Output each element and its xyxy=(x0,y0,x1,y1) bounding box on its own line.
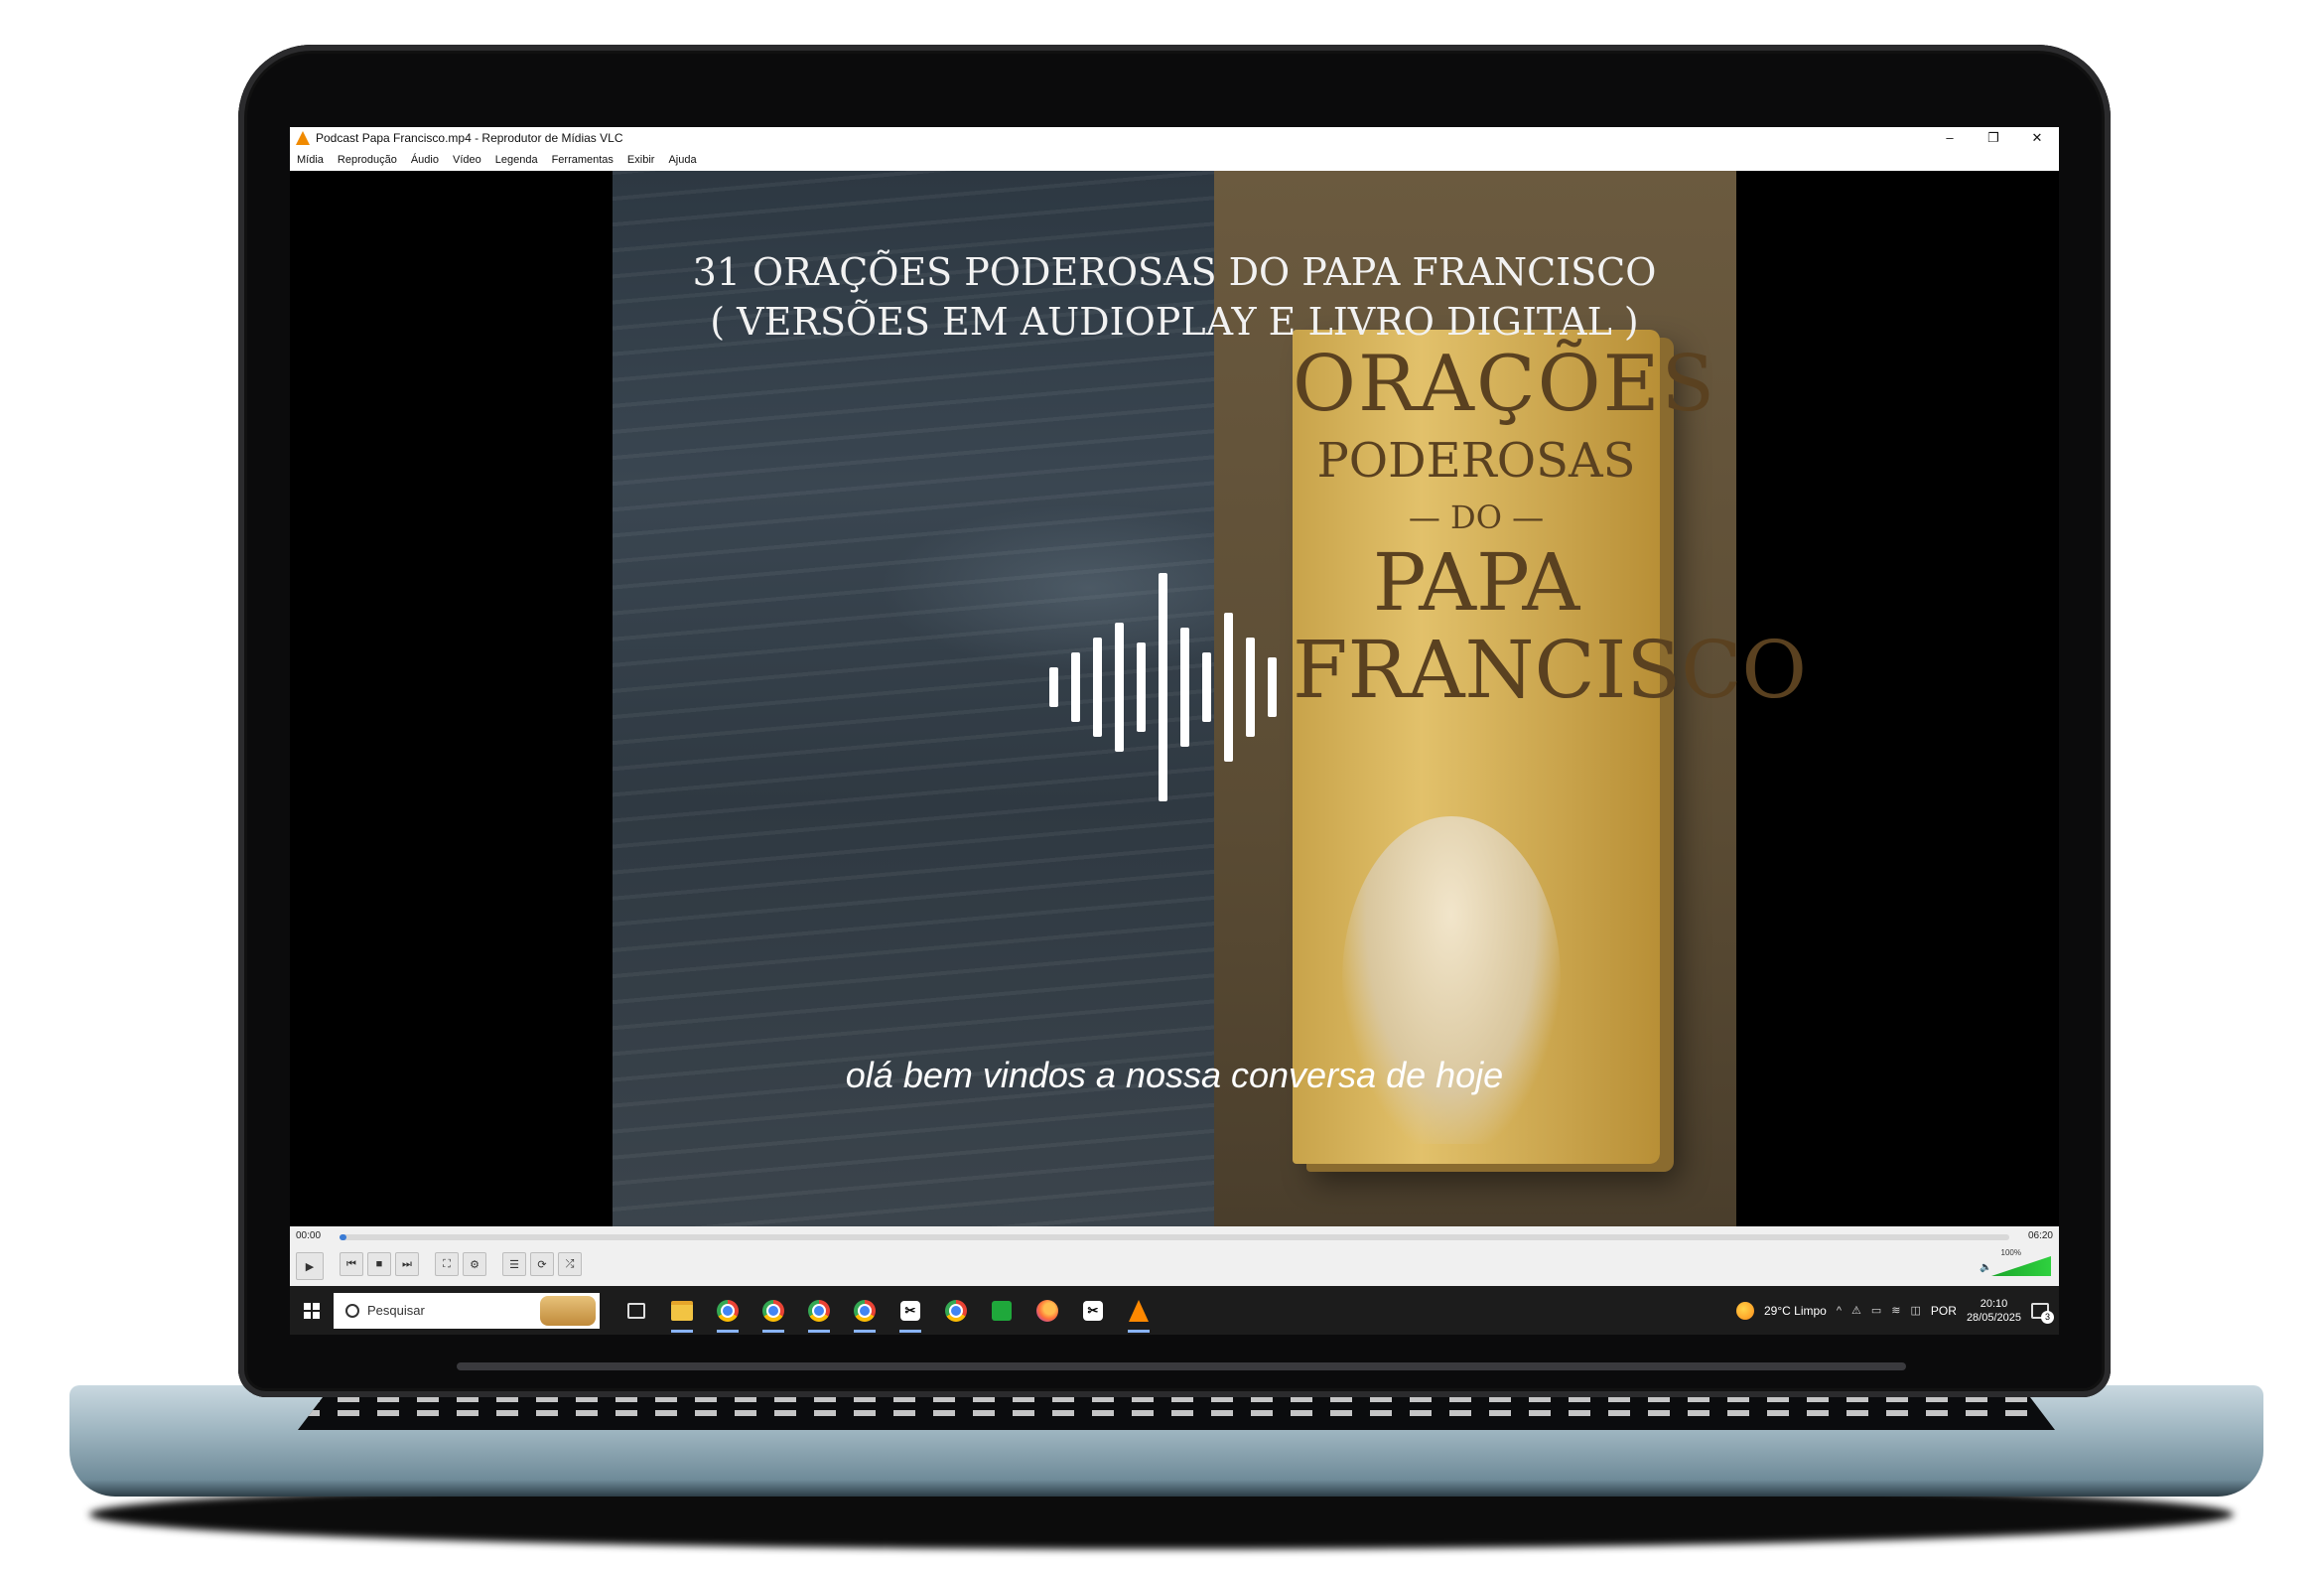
menu-legenda[interactable]: Legenda xyxy=(488,154,545,166)
start-button[interactable] xyxy=(290,1302,334,1319)
search-placeholder: Pesquisar xyxy=(367,1303,425,1318)
clock[interactable]: 20:10 28/05/2025 xyxy=(1967,1297,2021,1325)
firefox-icon xyxy=(1036,1299,1058,1322)
laptop-hinge xyxy=(457,1362,1906,1370)
window-title: Podcast Papa Francisco.mp4 - Reprodutor … xyxy=(316,131,623,145)
clock-date: 28/05/2025 xyxy=(1966,1311,2021,1324)
random-button[interactable]: ⤮ xyxy=(558,1252,582,1276)
close-button[interactable]: ✕ xyxy=(2015,130,2059,146)
video-title-line1: 31 ORAÇÕES PODEROSAS DO PAPA FRANCISCO xyxy=(692,250,1657,294)
weather-text[interactable]: 29°C Limpo xyxy=(1764,1304,1827,1318)
chrome-button-5[interactable] xyxy=(933,1286,979,1335)
chrome-icon xyxy=(945,1299,967,1322)
chevron-up-icon[interactable]: ^ xyxy=(1837,1305,1842,1317)
windows-taskbar: Pesquisar ✂ ✂ 29°C Limpo ^ ⚠ ▭ ≋ ◫ POR 2… xyxy=(290,1286,2059,1335)
stop-button[interactable]: ■ xyxy=(367,1252,391,1276)
battery-icon[interactable]: ▭ xyxy=(1871,1304,1881,1317)
audio-wave-icon xyxy=(1049,568,1307,806)
vlc-icon xyxy=(1129,1299,1149,1322)
pen-icon[interactable]: ◫ xyxy=(1911,1304,1921,1317)
chrome-button-4[interactable] xyxy=(842,1286,888,1335)
chrome-icon xyxy=(808,1299,830,1322)
video-title-line2: ( VERSÕES EM AUDIOPLAY E LIVRO DIGITAL ) xyxy=(710,300,1639,344)
windows-icon xyxy=(304,1302,320,1319)
notification-icon[interactable]: 3 xyxy=(2031,1302,2054,1324)
seek-bar[interactable] xyxy=(340,1234,2009,1240)
chrome-icon xyxy=(717,1299,739,1322)
speaker-icon[interactable]: 🔈 xyxy=(1980,1262,1991,1273)
book-title-line1: ORAÇÕES xyxy=(1293,340,1717,429)
vlc-icon xyxy=(296,131,310,145)
book-title-line3: — DO — xyxy=(1408,499,1545,536)
menu-exibir[interactable]: Exibir xyxy=(620,154,662,166)
volume-slider[interactable]: 🔈 100% xyxy=(1980,1248,2051,1276)
book-title-line5: FRANCISCO xyxy=(1293,624,1807,716)
chrome-icon xyxy=(854,1299,876,1322)
extended-settings-button[interactable]: ⚙ xyxy=(463,1252,486,1276)
next-button[interactable]: ⏭ xyxy=(395,1252,419,1276)
menu-midia[interactable]: Mídia xyxy=(290,154,331,166)
notification-badge: 3 xyxy=(2041,1310,2054,1324)
volume-label: 100% xyxy=(2000,1248,2021,1257)
menu-bar: Mídia Reprodução Áudio Vídeo Legenda Fer… xyxy=(290,149,2059,171)
taskbar-search[interactable]: Pesquisar xyxy=(334,1292,600,1329)
book-title-line4: PAPA xyxy=(1372,536,1580,629)
firefox-button[interactable] xyxy=(1025,1286,1070,1335)
menu-reproducao[interactable]: Reprodução xyxy=(331,154,404,166)
vlc-button[interactable] xyxy=(1116,1286,1162,1335)
green-app-button[interactable] xyxy=(979,1286,1025,1335)
previous-button[interactable]: ⏮ xyxy=(340,1252,363,1276)
chrome-button-3[interactable] xyxy=(796,1286,842,1335)
file-explorer-button[interactable] xyxy=(659,1286,705,1335)
video-area[interactable]: ORAÇÕES PODEROSAS — DO — PAPA FRANCISCO … xyxy=(290,171,2059,1226)
task-view-icon xyxy=(627,1302,645,1319)
search-icon xyxy=(345,1303,359,1318)
time-elapsed: 00:00 xyxy=(296,1230,322,1241)
wifi-icon[interactable]: ≋ xyxy=(1891,1304,1900,1317)
green-app-icon xyxy=(992,1300,1012,1321)
playlist-button[interactable]: ☰ xyxy=(502,1252,526,1276)
volume-fill xyxy=(1991,1256,2051,1276)
system-tray: 29°C Limpo ^ ⚠ ▭ ≋ ◫ POR 20:10 28/05/202… xyxy=(1736,1297,2059,1325)
player-controls: 00:00 06:20 ▶ ⏮ ■ ⏭ ⛶ ⚙ ☰ ⟳ ⤮ 🔈 100% xyxy=(290,1226,2059,1286)
vlc-tray-icon[interactable]: ⚠ xyxy=(1851,1304,1861,1317)
menu-ferramentas[interactable]: Ferramentas xyxy=(545,154,620,166)
capcut-icon: ✂ xyxy=(900,1300,920,1321)
chrome-button-1[interactable] xyxy=(705,1286,751,1335)
menu-audio[interactable]: Áudio xyxy=(404,154,446,166)
weather-icon[interactable] xyxy=(1736,1301,1754,1320)
vlc-titlebar: Podcast Papa Francisco.mp4 - Reprodutor … xyxy=(290,127,2059,149)
clock-time: 20:10 xyxy=(1980,1297,2008,1310)
capcut-button-1[interactable]: ✂ xyxy=(888,1286,933,1335)
task-view-button[interactable] xyxy=(614,1286,659,1335)
menu-video[interactable]: Vídeo xyxy=(446,154,488,166)
book-title-line2: PODEROSAS xyxy=(1316,433,1636,489)
chrome-icon xyxy=(762,1299,784,1322)
capcut-icon: ✂ xyxy=(1083,1300,1103,1321)
time-total: 06:20 xyxy=(2027,1230,2053,1241)
file-explorer-icon xyxy=(671,1300,693,1321)
search-highlight-image xyxy=(540,1295,596,1326)
fullscreen-button[interactable]: ⛶ xyxy=(435,1252,459,1276)
loop-button[interactable]: ⟳ xyxy=(530,1252,554,1276)
minimize-button[interactable]: – xyxy=(1928,130,1972,146)
restore-button[interactable]: ❐ xyxy=(1972,130,2015,146)
capcut-button-2[interactable]: ✂ xyxy=(1070,1286,1116,1335)
video-subtitle: olá bem vindos a nossa conversa de hoje xyxy=(845,1055,1504,1095)
play-button[interactable]: ▶ xyxy=(296,1252,324,1280)
seek-bar-fill xyxy=(340,1234,346,1240)
menu-ajuda[interactable]: Ajuda xyxy=(661,154,703,166)
screen: Podcast Papa Francisco.mp4 - Reprodutor … xyxy=(290,127,2059,1335)
language-indicator[interactable]: POR xyxy=(1931,1304,1957,1318)
chrome-button-2[interactable] xyxy=(751,1286,796,1335)
